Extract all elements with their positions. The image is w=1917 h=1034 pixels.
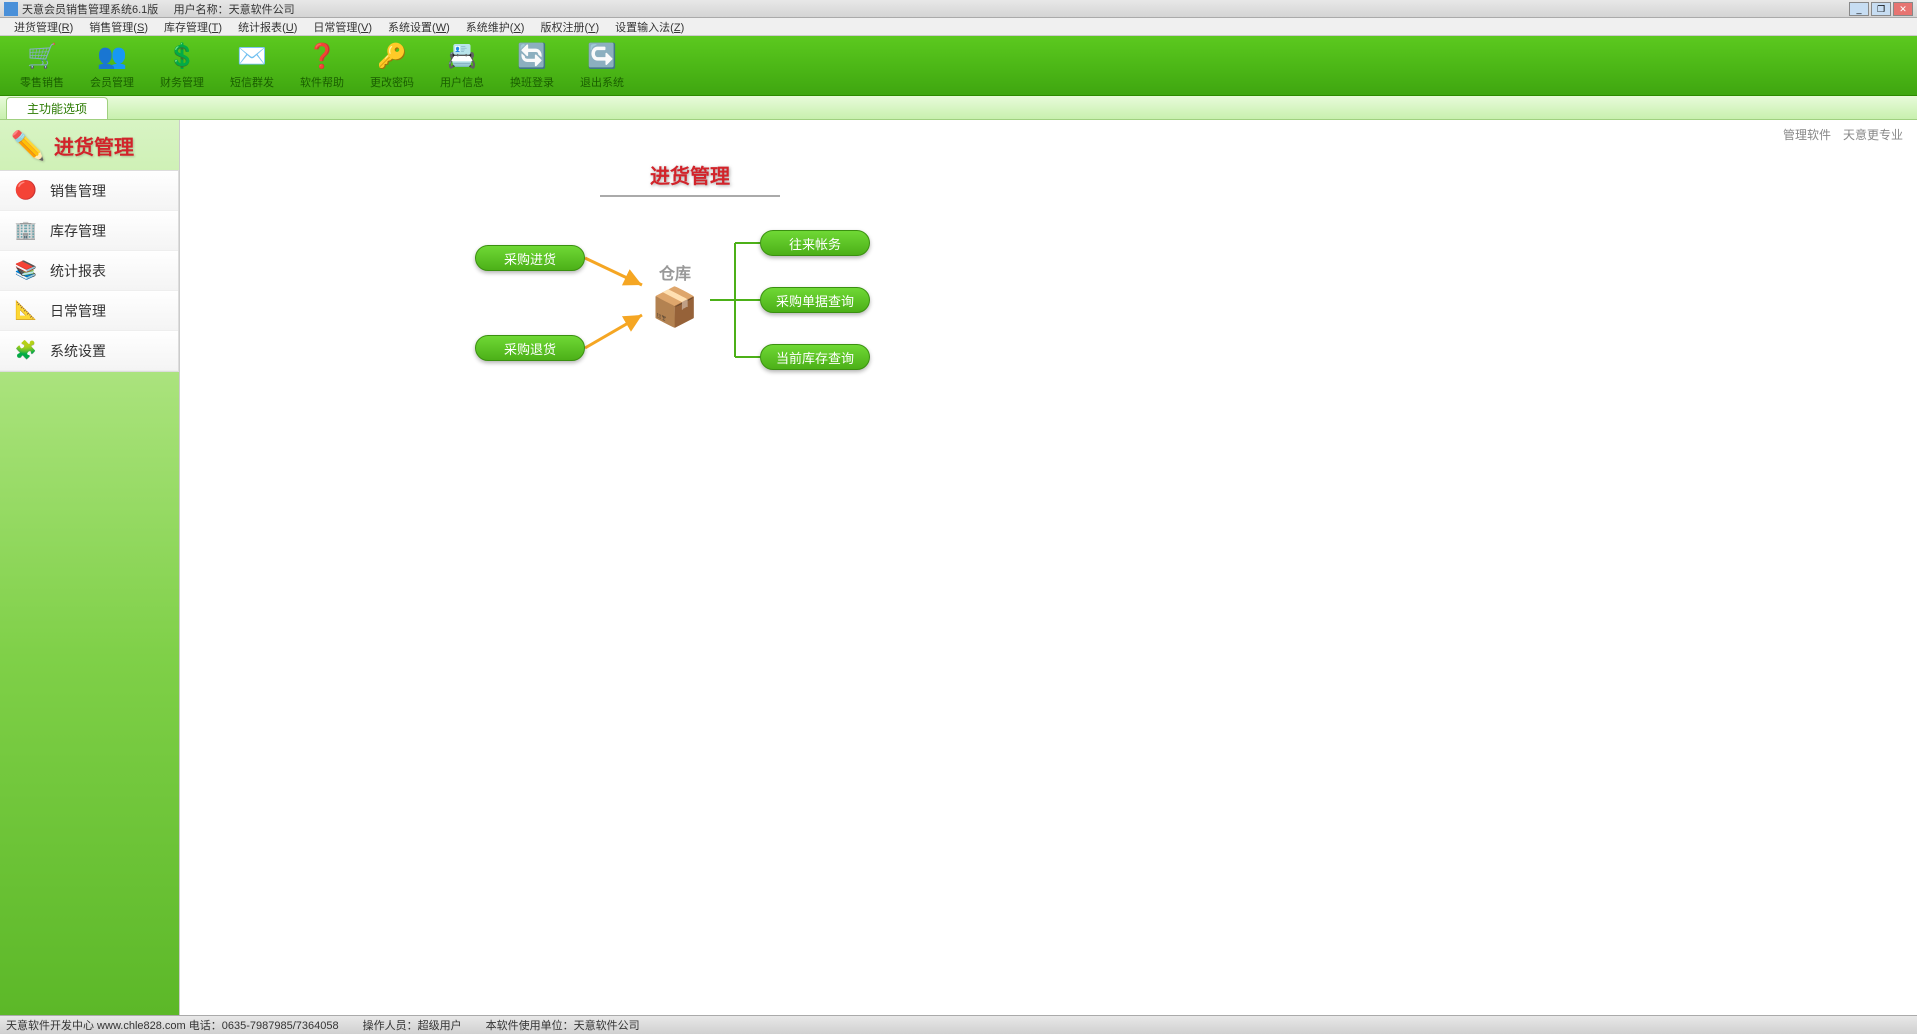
menu-sales[interactable]: 销售管理(S) xyxy=(81,19,156,35)
cart-icon: 🛒 xyxy=(27,42,57,72)
tool-user-info[interactable]: 📇用户信息 xyxy=(430,38,494,94)
diagram: 进货管理 采购进货 采购退货 xyxy=(420,160,1120,480)
menu-purchase[interactable]: 进货管理(R) xyxy=(6,19,81,35)
menu-daily[interactable]: 日常管理(V) xyxy=(305,19,380,35)
sidebar-active-header[interactable]: ✏️ 进货管理 xyxy=(0,120,179,170)
menu-inventory[interactable]: 库存管理(T) xyxy=(156,19,230,35)
dollar-icon: 💲 xyxy=(167,42,197,72)
status-operator: 操作人员：超级用户 xyxy=(363,1017,462,1033)
tool-shift-login[interactable]: 🔄换班登录 xyxy=(500,38,564,94)
content-header-links: 管理软件 天意更专业 xyxy=(1783,126,1903,143)
tool-password[interactable]: 🔑更改密码 xyxy=(360,38,424,94)
maximize-button[interactable]: ❐ xyxy=(1871,2,1891,16)
tool-exit[interactable]: ↪️退出系统 xyxy=(570,38,634,94)
tab-strip: 主功能选项 xyxy=(0,96,1917,120)
tool-sms[interactable]: ✉️短信群发 xyxy=(220,38,284,94)
status-dev-center: 天意软件开发中心 www.chle828.com 电话：0635-7987985… xyxy=(6,1017,339,1033)
sidebar-item-inventory[interactable]: 🏢库存管理 xyxy=(0,211,178,251)
refresh-icon: 🔄 xyxy=(517,42,547,72)
status-unit: 本软件使用单位：天意软件公司 xyxy=(486,1017,640,1033)
tab-main-functions[interactable]: 主功能选项 xyxy=(6,97,108,119)
building-icon: 🏢 xyxy=(14,219,38,243)
sidebar-active-label: 进货管理 xyxy=(54,131,134,160)
key-icon: 🔑 xyxy=(377,42,407,72)
app-title: 天意会员销售管理系统6.1版 用户名称：天意软件公司 xyxy=(22,1,295,17)
help-icon: ❓ xyxy=(307,42,337,72)
pill-account[interactable]: 往来帐务 xyxy=(760,230,870,256)
menu-reports[interactable]: 统计报表(U) xyxy=(230,19,305,35)
warehouse-node: 仓库 📦 xyxy=(640,260,710,330)
sidebar-item-daily[interactable]: 📐日常管理 xyxy=(0,291,178,331)
minimize-button[interactable]: _ xyxy=(1849,2,1869,16)
pill-stock-query[interactable]: 当前库存查询 xyxy=(760,344,870,370)
tool-finance[interactable]: 💲财务管理 xyxy=(150,38,214,94)
tool-retail-sales[interactable]: 🛒零售销售 xyxy=(10,38,74,94)
menu-bar: 进货管理(R) 销售管理(S) 库存管理(T) 统计报表(U) 日常管理(V) … xyxy=(0,18,1917,36)
connector-lines xyxy=(420,160,1120,480)
app-title-text: 天意会员销售管理系统6.1版 xyxy=(22,4,158,16)
diagram-title: 进货管理 xyxy=(600,160,780,197)
card-icon: 📇 xyxy=(447,42,477,72)
link-tianyi-pro[interactable]: 天意更专业 xyxy=(1843,126,1903,143)
close-button[interactable]: ✕ xyxy=(1893,2,1913,16)
books-icon: 📚 xyxy=(14,259,38,283)
puzzle-icon: 🧩 xyxy=(14,339,38,363)
pill-purchase-in[interactable]: 采购进货 xyxy=(475,245,585,271)
main-area: ✏️ 进货管理 🔴销售管理 🏢库存管理 📚统计报表 📐日常管理 🧩系统设置 管理… xyxy=(0,120,1917,1015)
sidebar-item-sales[interactable]: 🔴销售管理 xyxy=(0,171,178,211)
link-mgmt-software[interactable]: 管理软件 xyxy=(1783,126,1831,143)
menu-register[interactable]: 版权注册(Y) xyxy=(532,19,607,35)
status-bar: 天意软件开发中心 www.chle828.com 电话：0635-7987985… xyxy=(0,1015,1917,1034)
pencil-icon: ✏️ xyxy=(10,127,46,163)
user-label: 用户名称：天意软件公司 xyxy=(174,4,295,16)
title-bar: 天意会员销售管理系统6.1版 用户名称：天意软件公司 _ ❐ ✕ xyxy=(0,0,1917,18)
sidebar-list: 🔴销售管理 🏢库存管理 📚统计报表 📐日常管理 🧩系统设置 xyxy=(0,170,179,372)
tool-member-mgmt[interactable]: 👥会员管理 xyxy=(80,38,144,94)
app-icon xyxy=(4,2,18,16)
warehouse-icon: 📦 xyxy=(640,286,710,330)
toolbar: 🛒零售销售 👥会员管理 💲财务管理 ✉️短信群发 ❓软件帮助 🔑更改密码 📇用户… xyxy=(0,36,1917,96)
ruler-icon: 📐 xyxy=(14,299,38,323)
sidebar-item-settings[interactable]: 🧩系统设置 xyxy=(0,331,178,371)
pill-purchase-return[interactable]: 采购退货 xyxy=(475,335,585,361)
exit-icon: ↪️ xyxy=(587,42,617,72)
menu-maintenance[interactable]: 系统维护(X) xyxy=(458,19,533,35)
tool-help[interactable]: ❓软件帮助 xyxy=(290,38,354,94)
circle-icon: 🔴 xyxy=(14,179,38,203)
users-icon: 👥 xyxy=(97,42,127,72)
menu-ime[interactable]: 设置输入法(Z) xyxy=(607,19,692,35)
content: 管理软件 天意更专业 进货管理 xyxy=(180,120,1917,1015)
mail-icon: ✉️ xyxy=(237,42,267,72)
warehouse-label: 仓库 xyxy=(640,260,710,284)
sidebar-item-reports[interactable]: 📚统计报表 xyxy=(0,251,178,291)
pill-po-query[interactable]: 采购单据查询 xyxy=(760,287,870,313)
menu-settings[interactable]: 系统设置(W) xyxy=(380,19,458,35)
sidebar: ✏️ 进货管理 🔴销售管理 🏢库存管理 📚统计报表 📐日常管理 🧩系统设置 xyxy=(0,120,180,1015)
